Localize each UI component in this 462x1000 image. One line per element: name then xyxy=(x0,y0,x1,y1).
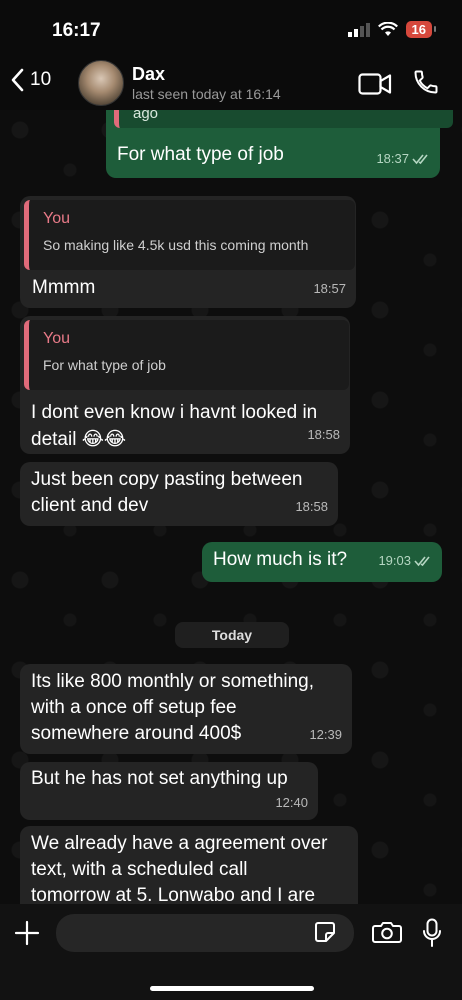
quote-author: You xyxy=(43,330,70,347)
message-time: 18:37 xyxy=(376,151,409,166)
message-time: 12:40 xyxy=(275,795,308,810)
message-text-line: client and dev xyxy=(31,495,149,516)
video-call-icon[interactable] xyxy=(358,72,392,96)
date-separator: Today xyxy=(175,622,289,648)
contact-name[interactable]: Dax xyxy=(132,64,165,85)
phone-icon[interactable] xyxy=(412,68,440,96)
status-icons: 16 xyxy=(347,21,437,38)
message-meta: 18:37 xyxy=(376,146,430,172)
message-meta: 12:40 xyxy=(275,790,308,816)
quote-author: You xyxy=(43,210,70,227)
sticker-icon[interactable] xyxy=(314,921,336,943)
message-bubble-incoming[interactable]: Its like 800 monthly or something, with … xyxy=(20,664,352,754)
message-time: 19:03 xyxy=(378,553,411,568)
message-text-line: text, with a scheduled call xyxy=(31,859,248,880)
message-time: 12:39 xyxy=(309,727,342,742)
double-check-icon xyxy=(412,154,428,165)
message-meta: 18:58 xyxy=(295,494,328,520)
message-bubble-incoming[interactable]: Just been copy pasting between client an… xyxy=(20,462,338,526)
quote-text: So making like 4.5k usd this coming mont… xyxy=(43,237,309,253)
message-text-line: Just been copy pasting between xyxy=(31,469,303,490)
message-text: How much is it? xyxy=(213,549,348,570)
message-text: Mmmm xyxy=(32,277,96,298)
message-bubble-incoming[interactable]: You So making like 4.5k usd this coming … xyxy=(20,196,356,308)
quoted-message[interactable]: You For what type of job xyxy=(24,320,349,390)
quote-text: ago xyxy=(133,110,159,122)
quoted-message[interactable]: You So making like 4.5k usd this coming … xyxy=(24,200,355,270)
message-text: For what type of job xyxy=(117,144,284,165)
back-button[interactable]: 10 xyxy=(10,68,51,92)
message-time: 18:58 xyxy=(307,427,340,442)
avatar[interactable] xyxy=(78,60,124,106)
message-text-line: with a once off setup fee xyxy=(31,697,237,718)
message-meta: 18:58 xyxy=(307,422,340,448)
message-input[interactable] xyxy=(56,914,354,952)
message-meta: 12:39 xyxy=(309,722,342,748)
message-bubble-incoming[interactable]: You For what type of job I dont even kno… xyxy=(20,316,350,454)
message-meta: 19:03 xyxy=(378,548,432,574)
home-indicator xyxy=(150,986,314,991)
wifi-icon xyxy=(377,22,398,36)
message-text-line: I dont even know i havnt looked in xyxy=(31,402,318,423)
message-bubble-outgoing[interactable]: ago For what type of job 18:37 xyxy=(106,110,453,178)
quote-text: For what type of job xyxy=(43,357,166,373)
message-text-line: somewhere around 400$ xyxy=(31,723,242,744)
signal-icon xyxy=(347,22,370,37)
message-time: 18:58 xyxy=(295,499,328,514)
plus-icon[interactable] xyxy=(14,920,40,946)
message-text-line: tomorrow at 5. Lonwabo and I are xyxy=(31,885,316,904)
composer-bar xyxy=(0,904,462,1000)
message-bubble-incoming[interactable]: But he has not set anything up 12:40 xyxy=(20,762,318,820)
unread-count: 10 xyxy=(30,69,52,90)
message-text-line: detail 😂😂 xyxy=(31,429,127,450)
battery-indicator: 16 xyxy=(405,21,437,38)
camera-icon[interactable] xyxy=(372,920,402,944)
chevron-left-icon xyxy=(11,68,24,92)
double-check-icon xyxy=(414,556,430,567)
message-bubble-outgoing[interactable]: How much is it? 19:03 xyxy=(202,542,442,582)
last-seen-status: last seen today at 16:14 xyxy=(132,86,281,102)
message-bubble-incoming[interactable]: We already have a agreement over text, w… xyxy=(20,826,358,904)
message-meta: 18:57 xyxy=(313,276,346,302)
status-time: 16:17 xyxy=(52,20,101,41)
message-text-line: We already have a agreement over xyxy=(31,833,328,854)
microphone-icon[interactable] xyxy=(422,918,442,948)
status-bar: 16:17 16 xyxy=(0,0,462,58)
message-text: But he has not set anything up xyxy=(31,768,288,789)
chat-header: 10 Dax last seen today at 16:14 xyxy=(0,58,462,110)
message-time: 18:57 xyxy=(313,281,346,296)
chat-messages[interactable]: ago For what type of job 18:37 You So ma… xyxy=(0,110,462,904)
message-text-line: Its like 800 monthly or something, xyxy=(31,671,315,692)
